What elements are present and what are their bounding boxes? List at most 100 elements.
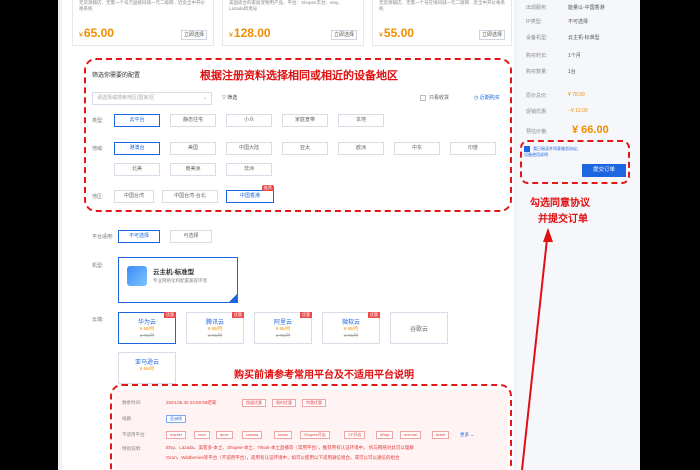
choose-button[interactable]: 立即选择 [181, 30, 207, 40]
submit-order-button[interactable]: 提交订单 [582, 164, 626, 177]
summary-label: IP类型: [526, 19, 543, 25]
platform-rule-option[interactable]: 可选择 [170, 230, 212, 243]
type-option[interactable]: 静态住宅 [170, 114, 216, 127]
cloud-option[interactable]: 腾讯云 ¥ 65/月 ¥ 70/月 优惠 [186, 312, 244, 344]
region-option[interactable]: 非洲 [226, 163, 272, 176]
cloud-option[interactable]: 亚马逊云 ¥ 66/月 [118, 352, 176, 384]
only-fav-checkbox[interactable]: 只看收货 [420, 94, 449, 101]
discount-badge: 优惠 [232, 312, 244, 318]
chevron-down-icon: ⌄ [202, 95, 207, 101]
cloud-option[interactable]: 阿里云 ¥ 65/月 ¥ 70/月 优惠 [254, 312, 312, 344]
model-sub: 专业网络化和配置兼容环境 [153, 278, 207, 283]
chevron-down-icon: ⌄ [469, 432, 475, 437]
submit-annotation-line1: 勾选同意协议 [530, 198, 590, 209]
model-title: 云主机-标准型 [153, 269, 195, 276]
discount-badge: 优惠 [300, 312, 312, 318]
summary-value: 能量以-中国香港 [568, 5, 605, 11]
config-annotation: 根据注册资料选择相同或相近的设备地区 [200, 70, 398, 82]
cloud-label: 云端: [92, 317, 104, 323]
recommend-badge: 推荐 [262, 185, 274, 191]
orig-value: ¥ 78.00 [568, 92, 585, 98]
selected-corner-icon [229, 294, 237, 302]
cloud-option[interactable]: 微软云 ¥ 65/月 ¥ 70/月 优惠 [322, 312, 380, 344]
product-desc: 美国适合的家居宠物用产品、平台：Shopee丰台、etsy、Lazada跨境号 [229, 0, 343, 11]
time-tag: 保留优惠 [242, 399, 266, 407]
cloud-host-icon [127, 266, 147, 286]
checkbox-icon [420, 94, 426, 101]
region-option[interactable]: 亚太 [282, 142, 328, 155]
region-option[interactable]: 欧洲 [338, 142, 384, 155]
time-tag: 限时优惠 [272, 399, 296, 407]
region-label: 地域: [92, 146, 104, 152]
product-cards: 无货源铺店、无需一个号万国搜同城一元二级网…近卖全中开价格系统 ¥65.00 立… [62, 0, 514, 52]
product-card[interactable]: 无货源铺店、无需一个号万国搜同城一元二级网…近卖全中开价格系统 ¥65.00 立… [72, 0, 214, 46]
choose-button[interactable]: 立即选择 [331, 30, 357, 40]
area-option[interactable]: 中国台湾-台北 [162, 190, 218, 203]
product-card[interactable]: 无货源铺店、无需一个号在线同城一元二级网…近全中开价格系统 ¥55.00 立即选… [372, 0, 512, 46]
submit-annotation-line2: 并提交订单 [538, 214, 588, 225]
line-label: 线路: [122, 416, 133, 421]
product-desc: 无货源铺店、无需一个号万国搜同城一元二级网…近卖全中开价格系统 [79, 0, 205, 11]
cloud-option[interactable]: 华为云 ¥ 66/月 ¥ 70/月 优惠 [118, 312, 176, 344]
summary-value: 云主机-标准型 [568, 35, 600, 41]
summary-label: 购买时长: [526, 53, 548, 59]
discount-value: - ¥ 12.00 [568, 108, 588, 114]
filter-toggle[interactable]: ▽ 筛选 [222, 94, 237, 101]
region-option[interactable]: 港澳台 [114, 142, 160, 155]
area-option[interactable]: 中国台湾 [114, 190, 154, 203]
region-option[interactable]: 北美 [114, 163, 160, 176]
line-tag: 亚洲线 [166, 415, 186, 423]
type-option[interactable]: 小众 [226, 114, 272, 127]
recent-purchase-link[interactable]: ◷ 近期购买 [474, 94, 500, 101]
unsupported-tag: ravana [242, 431, 263, 439]
unsupported-tag: ticket [432, 431, 450, 439]
unsupported-tag: voot [194, 431, 210, 439]
summary-label: 出现服务: [526, 5, 548, 11]
region-option[interactable]: 中国大陆 [226, 142, 272, 155]
main-panel: 无货源铺店、无需一个号万国搜同城一元二级网…近卖全中开价格系统 ¥65.00 立… [62, 0, 514, 470]
choose-button[interactable]: 立即选择 [479, 30, 505, 40]
page: 无货源铺店、无需一个号万国搜同城一元二级网…近卖全中开价格系统 ¥65.00 立… [58, 0, 640, 470]
cloud-option[interactable]: 谷歌云 [390, 312, 448, 344]
discount-badge: 优惠 [164, 312, 176, 318]
product-desc: 无货源铺店、无需一个号在线同城一元二级网…近全中开价格系统 [379, 0, 505, 11]
usage-text: Ozon、Wildberries等平台（不适用平台），适用有认证环境中，如可以使… [166, 455, 400, 460]
platform-rule-label: 平台适用: [92, 234, 114, 240]
discount-label: 促销优惠: [526, 109, 548, 115]
unsupported-tag: Shopee开店 [300, 431, 330, 439]
area-label: 地区: [92, 194, 104, 200]
summary-value: 1个月 [568, 53, 581, 59]
unsupported-tag: myntel [166, 431, 186, 439]
unsupported-tag: deriv [216, 431, 233, 439]
unsupported-label: 不适用平台: [122, 432, 146, 437]
discount-badge: 优惠 [368, 312, 380, 318]
platform-rule-option[interactable]: 不可选择 [118, 230, 160, 243]
region-option[interactable]: 中东 [394, 142, 440, 155]
time-tag: 特惠优惠 [302, 399, 326, 407]
summary-label: 设备机型: [526, 35, 548, 41]
type-option[interactable]: 本地 [338, 114, 384, 127]
total-value: ¥ 66.00 [572, 124, 609, 136]
product-price: ¥128.00 [229, 26, 271, 40]
orig-label: 原价总价: [526, 93, 548, 99]
summary-label: 购买数量: [526, 69, 548, 75]
unsupported-tag: mercari [400, 431, 422, 439]
agree-checkbox[interactable]: 我已阅读并同意服务协议、设备使用说明 [524, 146, 584, 158]
config-title: 筛选你需要的配置 [92, 73, 141, 79]
region-option[interactable]: 南美洲 [170, 163, 216, 176]
type-label: 类型: [92, 118, 104, 124]
product-price: ¥55.00 [379, 26, 414, 40]
unsupported-tag: eBay [376, 431, 394, 439]
time-label: 剩余时间: [122, 400, 142, 405]
area-option[interactable]: 中国香港 推荐 [226, 185, 274, 203]
region-search-input[interactable]: 请选择或搜索地区/国家/区 ⌄ [92, 92, 212, 105]
region-option[interactable]: 印度 [450, 142, 496, 155]
model-card[interactable]: 云主机-标准型 专业网络化和配置兼容环境 [118, 257, 238, 303]
type-option[interactable]: 家庭宽带 [282, 114, 328, 127]
summary-value: 1台 [568, 69, 576, 75]
more-link[interactable]: 更多 ⌄ [460, 432, 474, 438]
type-option[interactable]: 云平台 [114, 114, 160, 127]
unsupported-tag: lumia [274, 431, 292, 439]
product-card[interactable]: 美国适合的家居宠物用产品、平台：Shopee丰台、etsy、Lazada跨境号 … [222, 0, 364, 46]
region-option[interactable]: 美国 [170, 142, 216, 155]
